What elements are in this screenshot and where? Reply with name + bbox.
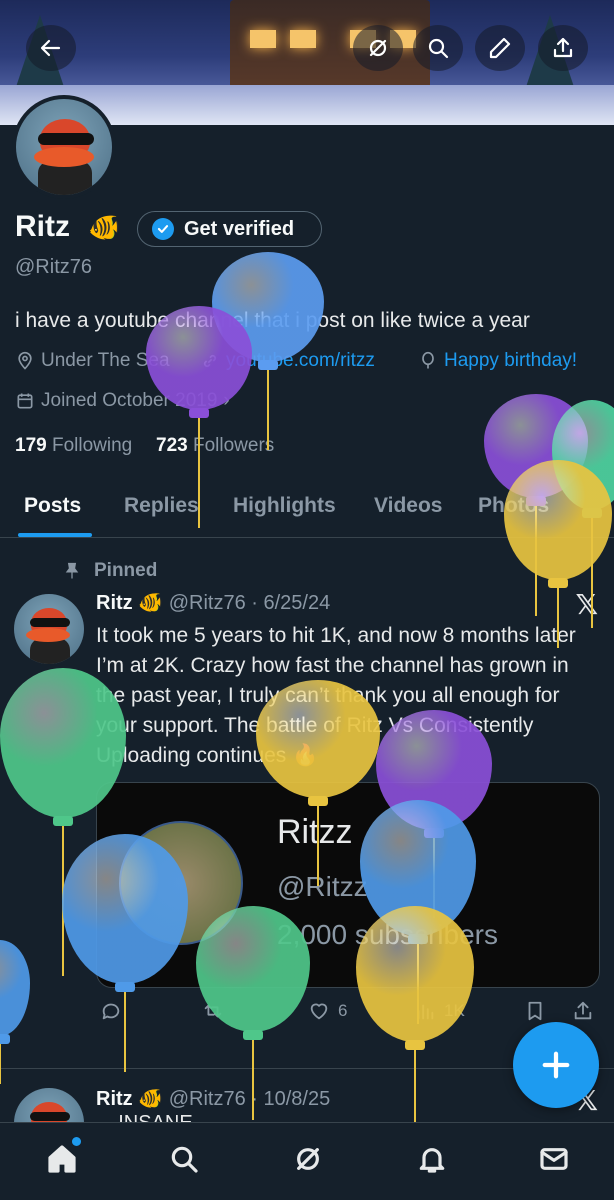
reply-button[interactable] [100,1000,122,1022]
like-count: 6 [338,1001,348,1020]
post-text: It took me 5 years to hit 1K, and now 8 … [96,624,576,767]
profile-location: Under The Sea [15,350,170,372]
home-icon [48,1145,76,1173]
calendar-icon [17,393,33,409]
profile-website-link[interactable]: youtube.com/ritzz [200,350,375,372]
card-subscribers: 2,000 subscribers [277,919,499,950]
messages-icon [540,1148,568,1170]
get-verified-label: Get verified [184,217,295,240]
get-verified-button[interactable]: Get verified [137,211,322,247]
card-title: Ritzz [277,813,353,851]
tab-replies[interactable]: Replies [124,494,199,518]
search-icon [171,1146,198,1173]
repost-icon [204,1004,222,1018]
post-share-button[interactable] [572,1000,594,1022]
repost-button[interactable] [202,1000,224,1022]
following-count[interactable]: 179 Following [15,435,132,457]
bottom-navigation [0,1122,614,1200]
profile-avatar[interactable] [12,95,116,199]
home-notification-dot [72,1137,81,1146]
post-handle-date[interactable]: @Ritz76 · 10/8/25 [169,1088,331,1110]
x-logo-icon: 𝕏 [575,589,598,620]
tab-posts[interactable]: Posts [24,494,81,518]
like-button[interactable]: 6 [308,1000,347,1022]
grok-button[interactable] [353,25,403,71]
link-icon [203,354,217,368]
share-button[interactable] [538,25,588,71]
active-tab-indicator [18,533,92,537]
grok-icon [369,39,387,57]
compose-post-button[interactable] [513,1022,599,1108]
post-handle-date[interactable]: @Ritz76 · 6/25/24 [169,592,331,614]
location-pin-icon [18,351,32,370]
chevron-right-icon: › [223,390,230,411]
back-button[interactable] [26,25,76,71]
share-icon [553,37,573,58]
pen-icon [489,37,511,59]
bookmark-icon [528,1001,542,1021]
profile-joined[interactable]: Joined October 2019 › [15,390,230,412]
nav-grok[interactable] [290,1141,326,1177]
share-icon [574,1001,592,1020]
views-button[interactable]: 1K [414,1000,465,1022]
profile-bio: i have a youtube channel that i post on … [15,309,530,332]
post-header: Ritz 🐠 @Ritz76 · 10/8/25 [96,1086,330,1111]
views-count: 1K [444,1001,465,1020]
edit-button[interactable] [475,25,525,71]
nav-messages[interactable] [536,1141,572,1177]
post-avatar[interactable] [14,594,84,664]
tab-photos[interactable]: Photos [478,494,549,518]
profile-tabs: Posts Replies Highlights Videos Photos [0,480,614,538]
channel-avatar [119,821,243,945]
reply-icon [102,1003,120,1020]
balloon-icon [422,351,434,369]
post-author-name[interactable]: Ritz [96,592,133,614]
followers-count[interactable]: 723 Followers [156,435,274,457]
arrow-left-icon [40,39,61,57]
nav-notifications[interactable] [414,1141,450,1177]
post-author-name[interactable]: Ritz [96,1088,133,1110]
views-icon [417,1004,434,1020]
post-author-emoji: 🐠 [138,1088,164,1110]
post-header: Ritz 🐠 @Ritz76 · 6/25/24 [96,590,330,615]
post-author-emoji: 🐠 [138,592,164,614]
post-actions: 6 1K [96,1000,600,1030]
youtube-card[interactable]: Ritzz @Ritzz 2,000 subscribers [96,782,600,988]
fish-emoji: 🐠 [88,212,121,242]
tab-highlights[interactable]: Highlights [233,494,336,518]
heart-icon [310,1003,328,1020]
notifications-icon [419,1148,445,1173]
nav-home[interactable] [44,1141,80,1177]
grok-icon [297,1148,319,1170]
tab-videos[interactable]: Videos [374,494,442,518]
search-icon [428,38,449,59]
profile-handle: @Ritz76 [15,256,92,278]
bookmark-button[interactable] [524,1000,546,1022]
plus-icon [542,1051,570,1079]
pinned-label: Pinned [62,560,157,582]
verified-badge-icon [152,218,174,240]
search-button[interactable] [413,25,463,71]
birthday-link[interactable]: Happy birthday! [418,350,577,372]
card-handle: @Ritzz [277,871,368,902]
nav-search[interactable] [166,1141,202,1177]
pin-icon [65,562,79,579]
profile-name: Ritz [15,210,70,243]
